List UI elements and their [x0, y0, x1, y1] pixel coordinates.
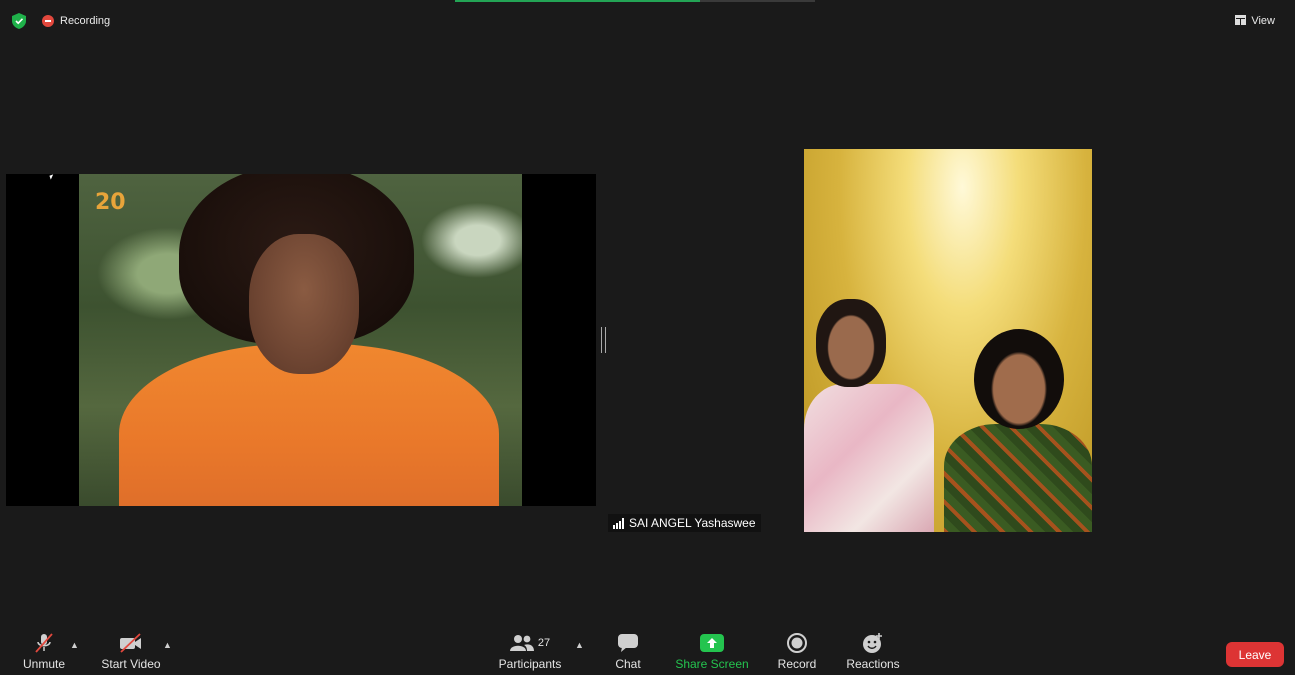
record-label: Record [777, 657, 817, 671]
recording-label: Recording [60, 15, 111, 27]
leave-button[interactable]: Leave [1226, 642, 1284, 667]
view-icon [1235, 14, 1247, 28]
start-video-label: Start Video [101, 657, 161, 671]
unmute-button[interactable]: Unmute [22, 632, 66, 674]
record-button[interactable]: Record [778, 632, 816, 674]
start-video-button[interactable]: Start Video [101, 632, 161, 674]
chat-button[interactable]: Chat [612, 632, 644, 674]
reactions-label: Reactions [846, 657, 900, 671]
recording-indicator[interactable]: Recording [42, 13, 110, 29]
recording-icon [42, 15, 54, 27]
audio-options-chevron-up-icon[interactable]: ▲ [70, 640, 79, 650]
share-indicator-strip [455, 0, 815, 2]
unmute-label: Unmute [22, 657, 66, 671]
channel-logo: 20 [95, 190, 126, 215]
meeting-toolbar: Unmute ▲ Start Video ▲ 27 Participants ▲… [0, 626, 1295, 675]
signal-icon [613, 517, 624, 529]
view-label: View [1251, 15, 1275, 27]
share-screen-icon [700, 632, 724, 654]
reactions-icon [862, 632, 884, 654]
participant-name-label: SAI ANGEL Yashaswee [608, 514, 761, 532]
video-content-person-2 [944, 329, 1092, 532]
video-content-face [249, 234, 359, 374]
participants-button[interactable]: 27 Participants [499, 632, 561, 674]
resize-handle[interactable] [601, 327, 606, 353]
video-frame: 20 [79, 174, 522, 506]
video-tile-shared-video[interactable]: 20 [6, 174, 596, 506]
mic-muted-icon [33, 632, 55, 654]
video-off-icon [118, 632, 144, 654]
participants-count: 27 [537, 637, 551, 649]
chat-label: Chat [615, 657, 641, 671]
participants-icon-wrap: 27 [509, 632, 551, 654]
video-tile-participant[interactable] [804, 149, 1092, 532]
shield-icon[interactable] [12, 13, 26, 29]
share-screen-label: Share Screen [675, 657, 749, 671]
chat-icon [617, 632, 639, 654]
participants-label: Participants [498, 657, 562, 671]
video-options-chevron-up-icon[interactable]: ▲ [163, 640, 172, 650]
participants-icon [509, 635, 534, 651]
share-screen-button[interactable]: Share Screen [675, 632, 749, 674]
participant-name: SAI ANGEL Yashaswee [629, 516, 756, 530]
participants-options-chevron-up-icon[interactable]: ▲ [575, 640, 584, 650]
view-button[interactable]: View [1235, 12, 1275, 30]
video-content-person-1 [804, 299, 934, 532]
record-icon [787, 632, 807, 654]
reactions-button[interactable]: Reactions [846, 632, 900, 674]
